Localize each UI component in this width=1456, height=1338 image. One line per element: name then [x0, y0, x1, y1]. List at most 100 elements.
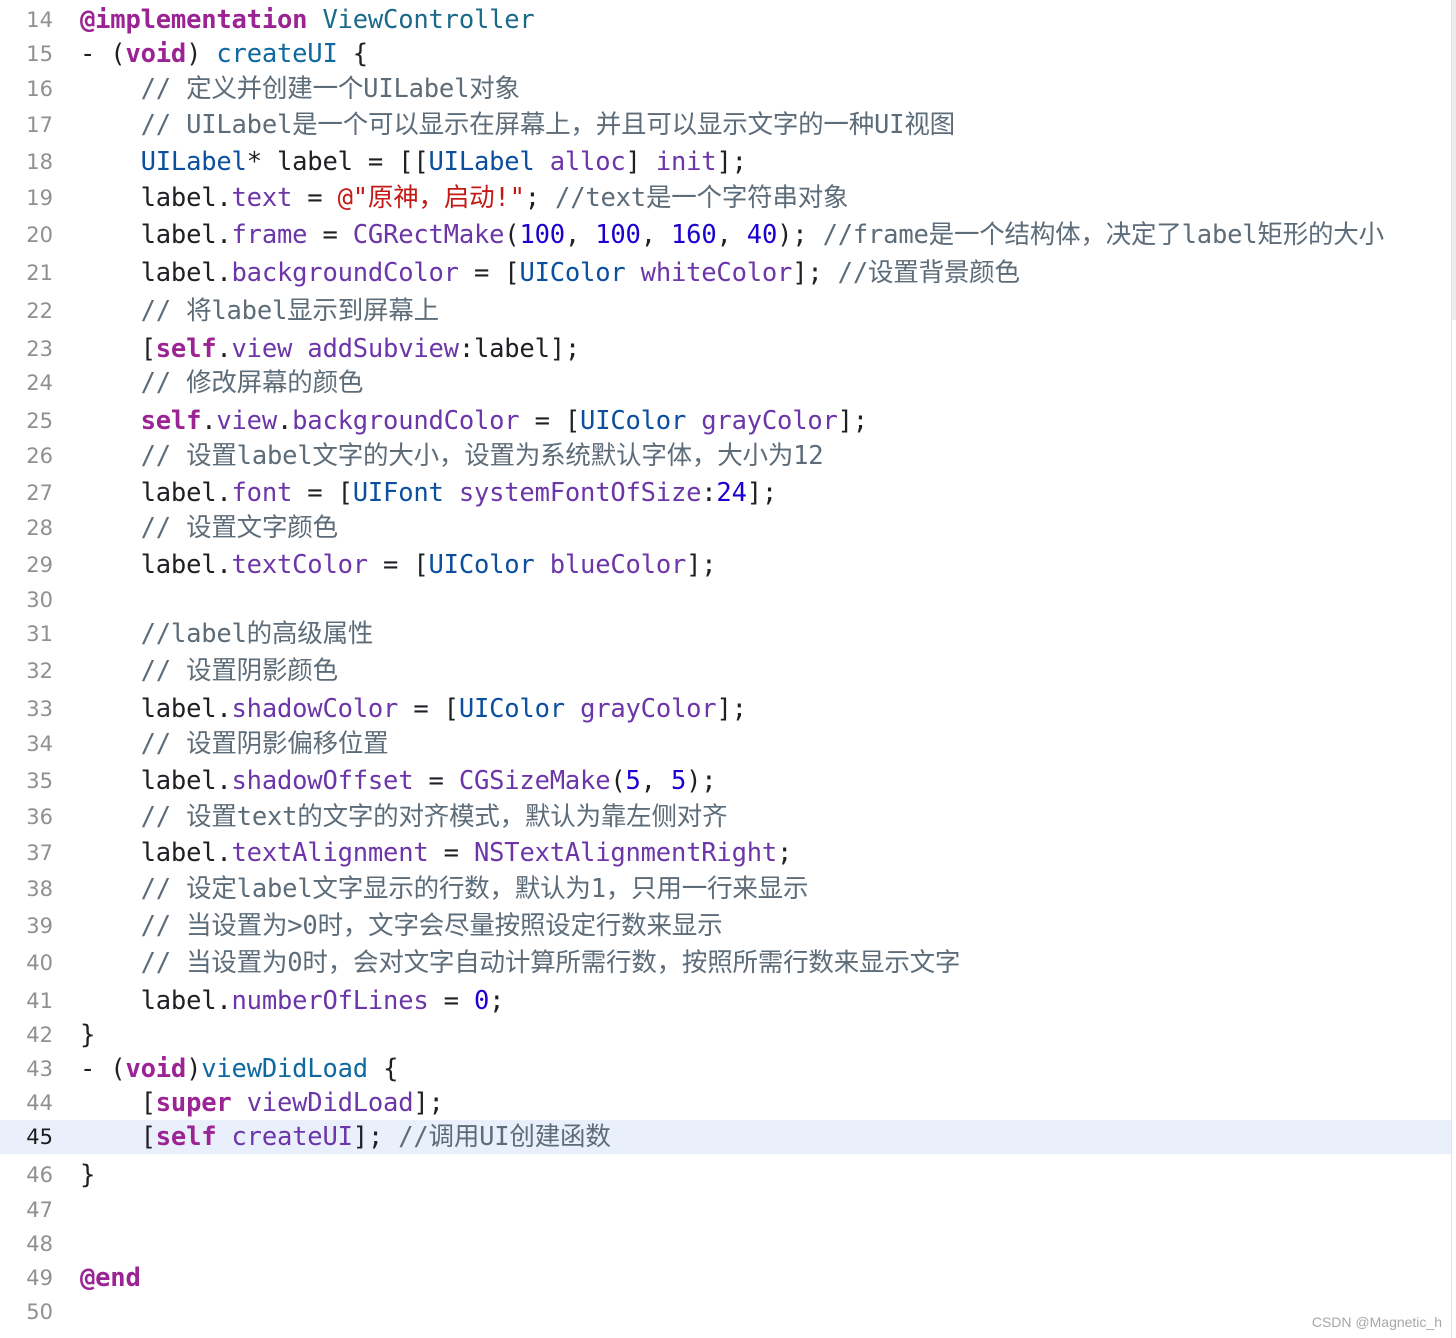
code-text: // 设置文字颜色 [80, 511, 338, 545]
code-line[interactable]: 35 label.shadowOffset = CGSizeMake(5, 5)… [0, 764, 1452, 798]
code-token: UILabel [428, 147, 535, 177]
code-line[interactable]: 34 // 设置阴影偏移位置 [0, 727, 1452, 761]
code-text: @implementation ViewController [80, 3, 535, 37]
code-token: //label的高级属性 [140, 619, 374, 649]
code-token: UIColor [428, 550, 535, 580]
code-token: :label]; [458, 334, 581, 364]
line-number: 27 [26, 481, 53, 505]
watermark: CSDN @Magnetic_h [1311, 1314, 1442, 1330]
code-token: //设置背景颜色 [837, 258, 1020, 288]
code-line[interactable]: 29 label.textColor = [UIColor blueColor]… [0, 548, 1452, 582]
code-token: addSubview [307, 334, 459, 364]
code-line[interactable]: 17 // UILabel是一个可以显示在屏幕上，并且可以显示文字的一种UI视图 [0, 108, 1452, 142]
code-token: , [564, 220, 596, 250]
code-text: label.frame = CGRectMake(100, 100, 160, … [80, 218, 1385, 252]
line-number: 20 [26, 223, 53, 247]
code-line[interactable]: 38 // 设定label文字显示的行数，默认为1，只用一行来显示 [0, 872, 1452, 906]
code-token: systemFontOfSize [458, 478, 702, 508]
code-line[interactable]: 19 label.text = @"原神，启动!"; //text是一个字符串对… [0, 181, 1452, 215]
code-line[interactable]: 33 label.shadowColor = [UIColor grayColo… [0, 692, 1452, 726]
code-line[interactable]: 18 UILabel* label = [[UILabel alloc] ini… [0, 145, 1452, 179]
code-text: [super viewDidLoad]; [80, 1086, 444, 1120]
code-token: createUI [216, 39, 338, 69]
code-line[interactable]: 44 [super viewDidLoad]; [0, 1086, 1452, 1120]
line-number: 30 [26, 588, 53, 612]
code-token: frame [231, 220, 308, 250]
code-text: // 当设置为0时，会对文字自动计算所需行数，按照所需行数来显示文字 [80, 946, 961, 980]
code-token: // 设置阴影颜色 [140, 656, 338, 686]
code-token: ]; [792, 258, 838, 288]
code-line[interactable]: 31 //label的高级属性 [0, 617, 1452, 651]
code-line[interactable]: 14 @implementation ViewController [0, 3, 1452, 37]
code-text: label.text = @"原神，启动!"; //text是一个字符串对象 [80, 181, 849, 215]
code-line[interactable]: 15 - (void) createUI { [0, 37, 1452, 71]
code-line[interactable]: 22 // 将label显示到屏幕上 [0, 294, 1452, 328]
code-line[interactable]: 37 label.textAlignment = NSTextAlignment… [0, 836, 1452, 870]
code-text: label.shadowOffset = CGSizeMake(5, 5); [80, 764, 717, 798]
code-text: label.textAlignment = NSTextAlignmentRig… [80, 836, 793, 870]
code-line[interactable]: 43 - (void)viewDidLoad { [0, 1052, 1452, 1086]
line-number: 34 [26, 732, 53, 756]
code-line[interactable]: 25 self.view.backgroundColor = [UIColor … [0, 404, 1452, 438]
code-token: ) [186, 1054, 202, 1084]
code-token: viewDidLoad [246, 1088, 414, 1118]
code-line[interactable]: 45 [self createUI]; //调用UI创建函数 [0, 1120, 1452, 1154]
code-text: // 设置阴影偏移位置 [80, 727, 389, 761]
code-token: text [231, 183, 293, 213]
code-line[interactable]: 21 label.backgroundColor = [UIColor whit… [0, 256, 1452, 290]
code-line[interactable]: 28 // 设置文字颜色 [0, 511, 1452, 545]
code-token: ; [489, 986, 505, 1016]
code-line[interactable]: 49 @end [0, 1261, 1452, 1295]
code-token: ]; [746, 478, 778, 508]
code-line[interactable]: 32 // 设置阴影颜色 [0, 654, 1452, 688]
code-token: // 修改屏幕的颜色 [140, 368, 364, 398]
code-token: view [231, 334, 293, 364]
code-token: UIColor [458, 694, 565, 724]
code-token: grayColor [701, 406, 838, 436]
code-line[interactable]: 26 // 设置label文字的大小，设置为系统默认字体，大小为12 [0, 439, 1452, 473]
code-token: label. [80, 550, 232, 580]
code-token: label. [80, 766, 232, 796]
code-token: view [216, 406, 277, 436]
line-number: 28 [26, 516, 53, 540]
line-number: 31 [26, 622, 53, 646]
code-text: // 将label显示到屏幕上 [80, 294, 440, 328]
code-token: // 设定label文字显示的行数，默认为1，只用一行来显示 [140, 874, 809, 904]
code-token: , [716, 220, 747, 250]
code-token: NSTextAlignmentRight [473, 838, 778, 868]
code-line[interactable]: 30 [0, 583, 1452, 617]
code-line[interactable]: 42} [0, 1018, 1452, 1052]
code-line[interactable]: 46} [0, 1158, 1452, 1192]
code-line[interactable]: 40 // 当设置为0时，会对文字自动计算所需行数，按照所需行数来显示文字 [0, 946, 1452, 980]
code-line[interactable]: 41 label.numberOfLines = 0; [0, 984, 1452, 1018]
code-token: viewDidLoad [201, 1054, 368, 1084]
code-line[interactable]: 24 // 修改屏幕的颜色 [0, 366, 1452, 400]
code-line[interactable]: 50 [0, 1295, 1452, 1329]
code-line[interactable]: 48 [0, 1227, 1452, 1261]
code-line[interactable]: 39 // 当设置为>0时，文字会尽量按照设定行数来显示 [0, 909, 1452, 943]
scrollbar-thumb[interactable] [1452, 0, 1456, 320]
code-line[interactable]: 27 label.font = [UIFont systemFontOfSize… [0, 476, 1452, 510]
code-token: ]; [716, 694, 747, 724]
code-text: label.textColor = [UIColor blueColor]; [80, 548, 717, 582]
code-token: UIColor [580, 406, 687, 436]
line-number: 36 [26, 805, 53, 829]
code-token: // 当设置为>0时，文字会尽量按照设定行数来显示 [140, 911, 723, 941]
code-line[interactable]: 16 // 定义并创建一个UILabel对象 [0, 72, 1452, 106]
line-number: 16 [26, 77, 53, 101]
line-number: 48 [26, 1232, 53, 1256]
code-token: shadowOffset [231, 766, 414, 796]
code-line[interactable]: 47 [0, 1193, 1452, 1227]
code-line[interactable]: 36 // 设置text的文字的对齐模式，默认为靠左侧对齐 [0, 800, 1452, 834]
code-editor[interactable]: 14 @implementation ViewController 15- (voi… [0, 0, 1452, 1338]
code-line[interactable]: 20 label.frame = CGRectMake(100, 100, 16… [0, 218, 1452, 252]
code-token: . [216, 334, 232, 364]
code-line[interactable]: 23 [self.view addSubview:label]; [0, 332, 1452, 366]
code-token: 5 [625, 766, 641, 796]
